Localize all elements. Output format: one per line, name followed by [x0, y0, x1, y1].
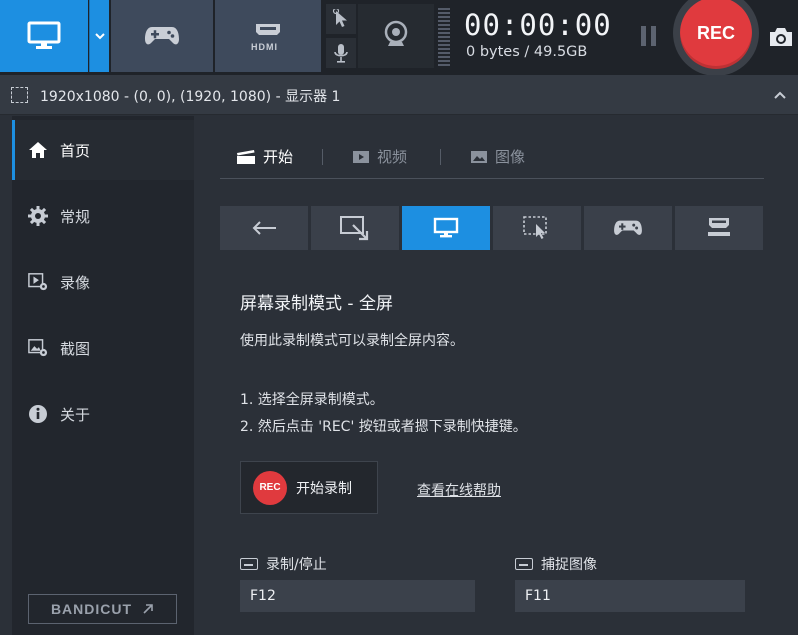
pause-icon-bar — [650, 26, 656, 46]
mode-dropdown-button[interactable] — [89, 0, 109, 72]
sidebar-item-label: 截图 — [60, 339, 91, 358]
back-button[interactable] — [220, 206, 308, 250]
tab-label: 开始 — [263, 148, 294, 166]
start-recording-button[interactable]: REC 开始录制 — [240, 461, 378, 514]
bandicut-label: BANDICUT — [50, 601, 133, 617]
bandicut-button[interactable]: BANDICUT — [28, 594, 177, 624]
webcam-button[interactable] — [358, 4, 434, 68]
tab-image[interactable]: 图像 — [470, 146, 525, 167]
cursor-area-icon — [523, 216, 547, 239]
rec-badge-icon: REC — [253, 470, 287, 505]
sidebar-item-home[interactable]: 首页 — [12, 120, 194, 180]
game-mode-button[interactable] — [111, 0, 213, 72]
keyboard-icon — [515, 558, 533, 570]
image-settings-icon — [28, 338, 48, 358]
hdmi-mode-button[interactable]: HDMI — [215, 0, 321, 72]
sidebar-item-label: 录像 — [60, 273, 91, 292]
video-icon — [353, 150, 369, 163]
main-panel: 开始 视频 图像 屏幕录制模式 - 全屏 使用此录制模式可以录制全屏内容。 1.… — [194, 116, 798, 635]
hdmi-icon — [708, 218, 730, 236]
sidebar-item-label: 关于 — [60, 405, 91, 424]
microphone-icon — [334, 44, 348, 63]
monitor-icon — [27, 21, 61, 49]
hdmi-label: HDMI — [251, 42, 278, 52]
selection-area-icon — [11, 87, 28, 103]
mode-title: 屏幕录制模式 - 全屏 — [240, 294, 393, 314]
fullscreen-monitor-icon — [433, 217, 459, 238]
sidebar-item-screenshot[interactable]: 截图 — [12, 318, 194, 378]
screen-mode-button[interactable] — [0, 0, 88, 72]
pause-icon — [640, 26, 646, 46]
tab-video[interactable]: 视频 — [352, 146, 407, 167]
sidebar-item-label: 首页 — [60, 141, 91, 160]
chevron-down-icon — [94, 33, 105, 40]
collapse-button[interactable] — [770, 85, 790, 105]
mode-description: 使用此录制模式可以录制全屏内容。 — [240, 333, 464, 349]
bandicam-window: HDMI 00:00:00 0 bytes / 49.5GB REC 1920x… — [0, 0, 798, 635]
online-help-link[interactable]: 查看在线帮助 — [417, 480, 501, 500]
home-icon — [28, 140, 48, 160]
sidebar-item-about[interactable]: 关于 — [12, 384, 194, 444]
tab-label: 图像 — [495, 148, 526, 166]
audio-level-meter — [438, 8, 450, 66]
cursor-toggle-button[interactable] — [326, 4, 356, 34]
file-size-readout: 0 bytes / 49.5GB — [466, 44, 588, 60]
hotkey-label-text: 捕捉图像 — [541, 557, 597, 573]
rec-button[interactable]: REC — [680, 0, 752, 69]
tab-start[interactable]: 开始 — [236, 146, 293, 167]
external-link-icon — [143, 604, 153, 614]
screenshot-button[interactable] — [766, 22, 796, 52]
gamepad-icon — [614, 220, 642, 235]
clapperboard-icon — [237, 149, 255, 164]
record-hotkey-label: 录制/停止 — [240, 554, 327, 574]
record-hotkey-field[interactable]: F12 — [240, 580, 475, 612]
gear-icon — [28, 206, 48, 226]
region-select-icon — [340, 216, 369, 241]
tab-divider — [322, 149, 323, 165]
gamepad-icon — [145, 27, 179, 45]
hotkey-label-text: 录制/停止 — [266, 557, 327, 573]
sidebar-item-label: 常规 — [60, 207, 91, 226]
pause-button[interactable] — [636, 26, 660, 50]
instruction-step-2: 2. 然后点击 'REC' 按钮或者摁下录制快捷键。 — [240, 419, 527, 435]
capture-hotkey-field[interactable]: F11 — [515, 580, 745, 612]
video-settings-icon — [28, 272, 48, 292]
tab-underline — [220, 178, 764, 179]
keyboard-icon — [240, 558, 258, 570]
tab-label: 视频 — [377, 148, 408, 166]
tab-divider — [440, 149, 441, 165]
microphone-toggle-button[interactable] — [326, 38, 356, 68]
game-mode-sub-button[interactable] — [584, 206, 672, 250]
info-icon — [28, 404, 48, 424]
start-recording-label: 开始录制 — [296, 480, 352, 497]
sidebar-item-general[interactable]: 常规 — [12, 186, 194, 246]
hdmi-mode-sub-button[interactable] — [675, 206, 763, 250]
top-toolbar: HDMI 00:00:00 0 bytes / 49.5GB REC — [0, 0, 798, 76]
resolution-bar: 1920x1080 - (0, 0), (1920, 1080) - 显示器 1 — [0, 75, 798, 115]
webcam-icon — [384, 20, 408, 46]
resolution-text: 1920x1080 - (0, 0), (1920, 1080) - 显示器 1 — [40, 89, 341, 105]
camera-icon — [770, 28, 792, 46]
capture-hotkey-label: 捕捉图像 — [515, 554, 597, 574]
region-mode-button[interactable] — [311, 206, 399, 250]
cursor-area-mode-button[interactable] — [493, 206, 581, 250]
sidebar-item-video[interactable]: 录像 — [12, 252, 194, 312]
chevron-up-icon — [774, 91, 786, 99]
back-arrow-icon — [252, 221, 276, 235]
sidebar: 首页 常规 录像 截图 关于 BANDICUT — [12, 116, 194, 635]
instruction-step-1: 1. 选择全屏录制模式。 — [240, 392, 384, 408]
cursor-icon — [332, 9, 347, 27]
image-icon — [471, 150, 487, 163]
fullscreen-mode-button[interactable] — [402, 206, 490, 250]
recording-timer: 00:00:00 — [464, 8, 612, 42]
